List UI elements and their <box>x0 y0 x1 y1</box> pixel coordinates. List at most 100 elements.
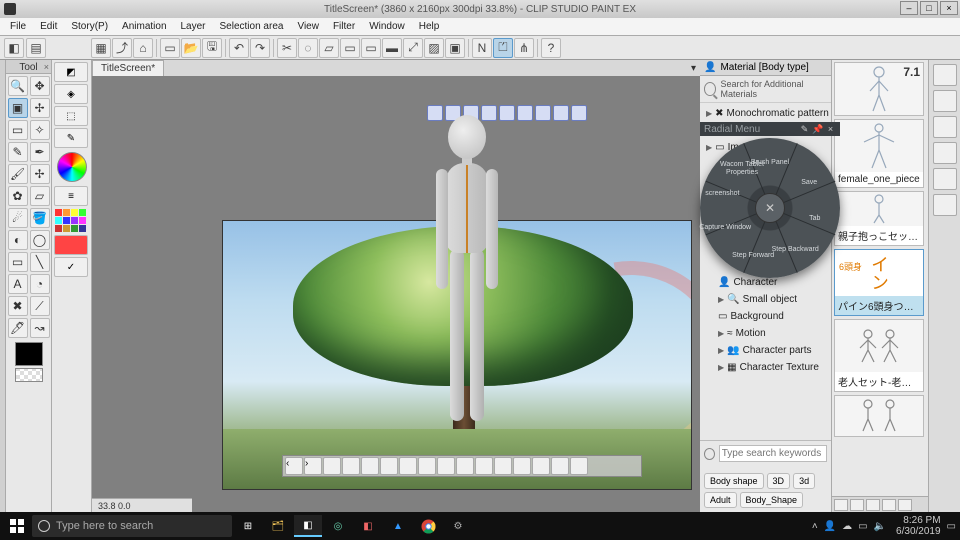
subtool-1[interactable]: ◩ <box>54 62 88 82</box>
thumb-paste[interactable] <box>882 499 896 511</box>
airbrush-tool[interactable]: ✢ <box>30 164 50 184</box>
taskbar-csp[interactable]: ◧ <box>294 515 322 537</box>
obj-hand[interactable] <box>494 457 512 475</box>
pose-scale[interactable] <box>517 105 533 121</box>
tree-mono[interactable]: ▶✖ Monochromatic pattern <box>700 105 831 122</box>
tab-dropdown[interactable]: ▾ <box>691 63 696 74</box>
deselect-button[interactable]: ▱ <box>319 38 339 58</box>
save-button[interactable]: 🖫 <box>202 38 222 58</box>
obj-cam1[interactable] <box>342 457 360 475</box>
dockbtn-2[interactable] <box>933 90 957 112</box>
radial-seg-7[interactable]: Wacom Tablet Properties <box>713 161 771 177</box>
deco-tool[interactable]: ✿ <box>8 186 28 206</box>
tree-motion[interactable]: ▶≈ Motion <box>700 325 831 342</box>
thumb-5[interactable] <box>834 395 924 437</box>
tray-volume-icon[interactable]: 🔈 <box>874 521 886 532</box>
thumb-size-m[interactable] <box>850 499 864 511</box>
subtool-3[interactable]: ⬚ <box>54 106 88 126</box>
open-button[interactable]: 📂 <box>181 38 201 58</box>
obj-pose1[interactable] <box>456 457 474 475</box>
share-button[interactable]: ⤴ <box>112 38 132 58</box>
shop-button[interactable]: ⌂ <box>133 38 153 58</box>
radial-pin2-icon[interactable]: 📌 <box>812 124 823 135</box>
blend-tool[interactable]: ☄ <box>8 208 28 228</box>
3d-mannequin[interactable] <box>422 115 512 425</box>
marquee-tool[interactable]: ▭ <box>8 120 28 140</box>
radial-seg-2[interactable]: Tab <box>786 215 844 223</box>
dockbtn-1[interactable] <box>933 64 957 86</box>
material-search[interactable]: Search for Additional Materials <box>700 76 831 103</box>
undo-button[interactable]: ↶ <box>229 38 249 58</box>
brush-tool[interactable]: 🖌 <box>8 164 28 184</box>
keyword-input[interactable] <box>719 445 827 462</box>
fillb-tool[interactable]: 🪣 <box>30 208 50 228</box>
close-button[interactable]: × <box>940 1 958 15</box>
text-tool[interactable]: A <box>8 274 28 294</box>
thumb-size-s[interactable] <box>834 499 848 511</box>
menu-view[interactable]: View <box>291 19 325 34</box>
clipstudio-button[interactable]: ◧ <box>4 38 24 58</box>
cut-button[interactable]: ✂ <box>277 38 297 58</box>
menu-file[interactable]: File <box>4 19 32 34</box>
ruler1-button[interactable]: N <box>472 38 492 58</box>
pose-camera[interactable] <box>535 105 551 121</box>
layermove-tool[interactable]: ✢ <box>30 98 50 118</box>
menu-selection[interactable]: Selection area <box>214 19 290 34</box>
tag-bodys[interactable]: Body_Shape <box>740 492 804 508</box>
subtool-5[interactable]: ✓ <box>54 257 88 277</box>
grid2-button[interactable]: ⋔ <box>514 38 534 58</box>
color-slider[interactable]: ≡ <box>54 186 88 206</box>
move-tool[interactable]: ✥ <box>30 76 50 96</box>
thumb-size-l[interactable] <box>866 499 880 511</box>
quickaccess-button[interactable]: ▤ <box>26 38 46 58</box>
tree-parts[interactable]: ▶👥 Character parts <box>700 342 831 359</box>
taskbar-search[interactable]: Type here to search <box>32 515 232 537</box>
dockbtn-5[interactable] <box>933 168 957 190</box>
taskbar-settings[interactable]: ⚙ <box>444 515 472 537</box>
radial-seg-4[interactable]: Step Forward <box>724 252 782 260</box>
foreground-swatch[interactable] <box>15 342 43 366</box>
material-header[interactable]: 👤 Material [Body type] <box>700 60 831 76</box>
obj-cam3[interactable] <box>380 457 398 475</box>
thumb-1[interactable]: female_one_piece <box>834 119 924 188</box>
maximize-button[interactable]: □ <box>920 1 938 15</box>
sel2-button[interactable]: ▭ <box>361 38 381 58</box>
menu-layer[interactable]: Layer <box>175 19 212 34</box>
thumb-3[interactable]: イン6頭身 パイン6頭身つるペタ <box>834 249 924 316</box>
tree-texture[interactable]: ▶▦ Character Texture <box>700 359 831 376</box>
radial-seg-6[interactable]: screenshot <box>693 190 751 198</box>
obj-pose2[interactable] <box>475 457 493 475</box>
pose-reset[interactable] <box>571 105 587 121</box>
menu-filter[interactable]: Filter <box>327 19 361 34</box>
color-wheel[interactable] <box>57 152 87 182</box>
obj-prev[interactable]: ‹ <box>285 457 303 475</box>
menu-animation[interactable]: Animation <box>116 19 172 34</box>
subtool-2[interactable]: ◈ <box>54 84 88 104</box>
radial-seg-5[interactable]: Capture Window <box>696 224 754 232</box>
dockbtn-4[interactable] <box>933 142 957 164</box>
balloon-tool[interactable]: ◔ <box>30 274 50 294</box>
obj-bone[interactable] <box>437 457 455 475</box>
tone-button[interactable]: ▨ <box>424 38 444 58</box>
extra1-tool[interactable]: 🖊 <box>8 318 28 338</box>
radial-titlebar[interactable]: Radial Menu ✎ 📌 × <box>700 122 840 136</box>
tag-bodyshape[interactable]: Body shape <box>704 473 764 489</box>
thumb-4[interactable]: 老人セット-老人素体_女性 <box>834 319 924 392</box>
border-button[interactable]: ▣ <box>445 38 465 58</box>
correct-tool[interactable]: ✖ <box>8 296 28 316</box>
tree-background[interactable]: ▭ Background <box>700 308 831 325</box>
dockbtn-3[interactable] <box>933 116 957 138</box>
obj-ground[interactable] <box>323 457 341 475</box>
tool-header[interactable]: Tool× <box>6 60 51 74</box>
tray-notifications-icon[interactable]: ▭ <box>947 521 956 532</box>
automask-tool[interactable]: ✧ <box>30 120 50 140</box>
minimize-button[interactable]: – <box>900 1 918 15</box>
obj-extra[interactable] <box>570 457 588 475</box>
radial-seg-1[interactable]: Save <box>780 179 838 187</box>
radial-pin-icon[interactable]: ✎ <box>799 124 810 135</box>
grid-button[interactable]: ▦ <box>91 38 111 58</box>
gradient-tool[interactable]: ◐ <box>8 230 28 250</box>
start-button[interactable] <box>4 515 30 537</box>
system-tray[interactable]: ˄ 👤 ☁ ▭ 🔈 8:26 PM 6/30/2019 ▭ <box>812 515 956 537</box>
tray-battery-icon[interactable]: ▭ <box>858 521 867 532</box>
